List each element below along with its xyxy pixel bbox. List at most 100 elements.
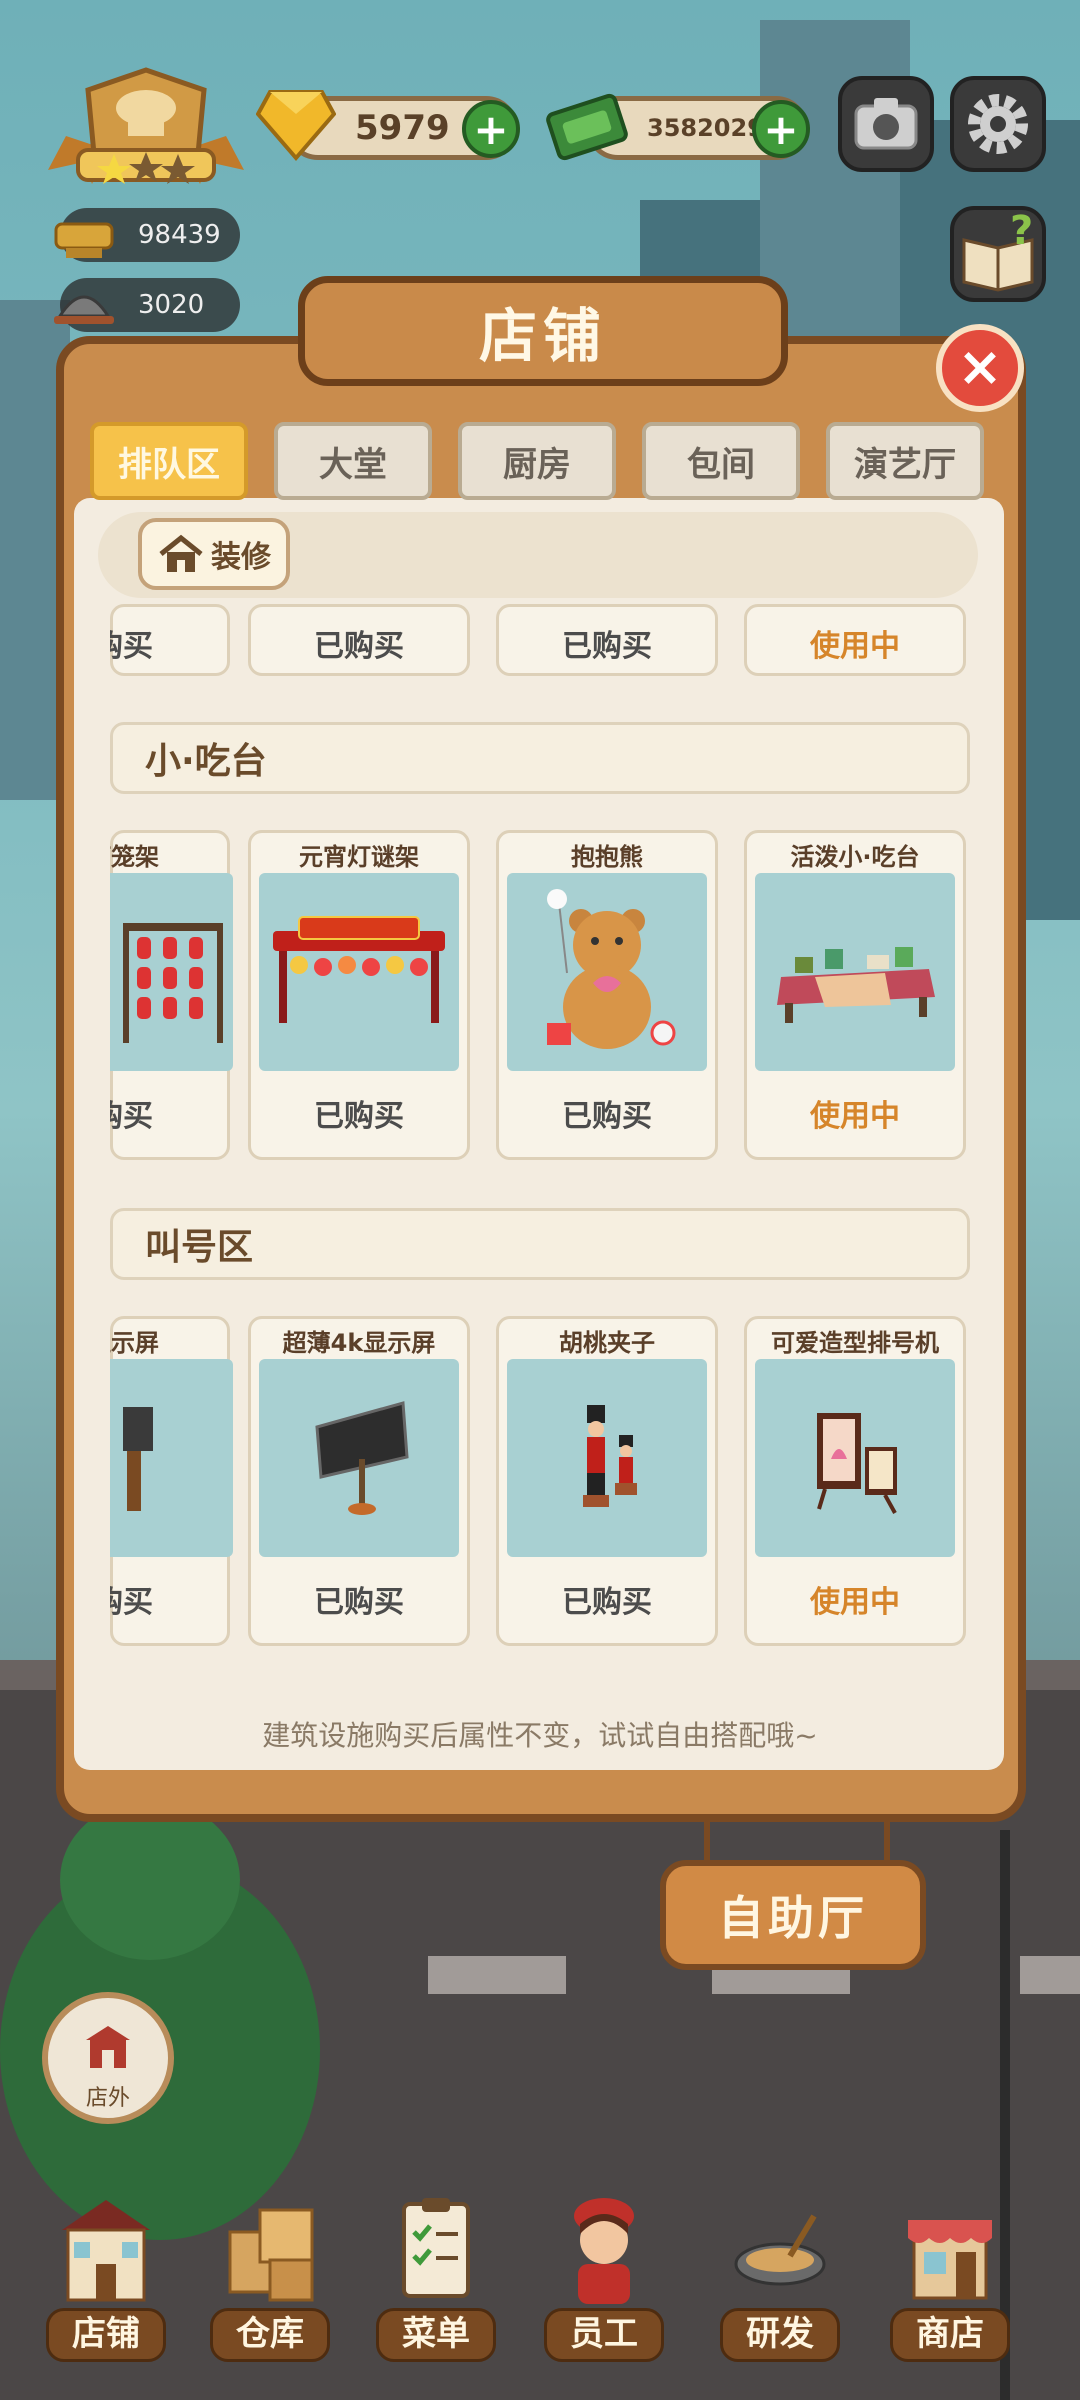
nav-research[interactable]: 研发	[720, 2190, 840, 2380]
teddy-bear-icon	[547, 889, 676, 1049]
tab-queue-area[interactable]: 排队区	[90, 422, 248, 500]
item-thumbnail	[755, 1359, 955, 1557]
staff-icon	[574, 2198, 634, 2304]
item-card[interactable]: 使用中	[744, 604, 966, 676]
item-card[interactable]: 超薄4k显示屏 已购买	[248, 1316, 470, 1646]
item-name: 超薄4k显示屏	[282, 1329, 436, 1357]
self-service-hall-label: 自助厅	[718, 1891, 868, 1945]
nutcracker-icon	[583, 1405, 637, 1507]
self-service-hall-sign[interactable]: 自助厅	[660, 1860, 926, 1970]
snack-table-icon	[777, 947, 935, 1023]
wok-icon	[734, 2214, 826, 2286]
item-status: 已购买	[314, 1099, 404, 1134]
item-thumbnail	[259, 1359, 459, 1557]
item-name: 抱抱熊	[571, 843, 643, 871]
item-card[interactable]: 可爱造型排号机 使用中	[744, 1316, 966, 1646]
item-thumbnail	[507, 1359, 707, 1557]
tab-performance-hall[interactable]: 演艺厅	[826, 422, 984, 500]
nav-warehouse-label: 仓库	[210, 2308, 330, 2362]
outside-label: 店外	[85, 2086, 130, 2111]
nav-store-label: 商店	[890, 2308, 1010, 2362]
cash-icon	[546, 93, 628, 161]
nav-staff-label: 员工	[544, 2308, 664, 2362]
item-card[interactable]: 已购买	[496, 604, 718, 676]
item-card[interactable]: 已购买	[248, 604, 470, 676]
thin-4k-display-icon	[315, 1401, 409, 1515]
item-list[interactable]: 购买 已购买 已购买 使用中 小·吃台 灯笼架 购买 元宵灯谜架	[110, 604, 970, 1674]
decorate-button[interactable]: 装修	[138, 518, 290, 590]
item-thumbnail	[507, 873, 707, 1071]
lantern-rack-icon	[123, 923, 223, 1043]
item-card[interactable]: 显示屏 购买	[110, 1316, 233, 1646]
close-button[interactable]: ×	[936, 324, 1024, 412]
gem-count: 5979	[355, 108, 450, 148]
svg-text:?: ?	[1010, 210, 1033, 254]
road-marking	[428, 1956, 566, 1994]
item-card[interactable]: 抱抱熊 已购买	[496, 830, 718, 1160]
item-card[interactable]: 灯笼架 购买	[110, 830, 233, 1160]
nav-store[interactable]: 商店	[890, 2190, 1010, 2380]
gem-icon	[256, 90, 336, 162]
item-status: 使用中	[810, 1585, 900, 1620]
section-header-number-calling: 叫号区	[110, 1208, 970, 1280]
panel-title: 店铺	[478, 302, 607, 370]
item-status: 已购买	[562, 1585, 652, 1620]
item-status: 购买	[110, 629, 153, 664]
tab-lobby[interactable]: 大堂	[274, 422, 432, 500]
item-card[interactable]: 活泼小·吃台 使用中	[744, 830, 966, 1160]
clipboard-icon	[402, 2198, 470, 2298]
item-thumbnail	[110, 1359, 233, 1557]
settings-button[interactable]	[950, 76, 1046, 172]
nav-staff[interactable]: 员工	[544, 2190, 664, 2380]
nav-menu[interactable]: 菜单	[376, 2190, 496, 2380]
item-status: 购买	[110, 1585, 153, 1620]
shop-building-icon	[62, 2200, 150, 2302]
item-name: 显示屏	[110, 1329, 159, 1357]
house-icon	[159, 534, 203, 572]
lantern-riddle-arch-icon	[273, 916, 445, 1023]
display-screen-icon	[123, 1407, 153, 1511]
tab-private-room[interactable]: 包间	[642, 422, 800, 500]
outside-button[interactable]: 店外	[42, 1992, 174, 2124]
add-cash-button[interactable]: +	[752, 100, 810, 158]
nav-warehouse[interactable]: 仓库	[210, 2190, 330, 2380]
item-name: 胡桃夹子	[559, 1329, 655, 1357]
storefront-icon	[908, 2220, 992, 2300]
item-thumbnail	[755, 873, 955, 1071]
chef-rank-badge-icon[interactable]	[48, 66, 244, 192]
item-name: 灯笼架	[110, 843, 159, 871]
stat-customers-value: 3020	[138, 290, 205, 320]
camera-button[interactable]	[838, 76, 934, 172]
item-thumbnail	[259, 873, 459, 1071]
camera-icon	[854, 98, 918, 150]
help-book-icon: ?	[962, 208, 1034, 292]
item-status: 使用中	[810, 1099, 900, 1134]
bowl-icon	[54, 222, 114, 258]
nav-shop[interactable]: 店铺	[46, 2190, 166, 2380]
item-status: 已购买	[314, 1585, 404, 1620]
item-status: 使用中	[810, 629, 900, 664]
stat-reputation-value: 98439	[138, 220, 221, 250]
road-marking	[1020, 1956, 1080, 1994]
item-status: 已购买	[562, 629, 652, 664]
item-status: 已购买	[562, 1099, 652, 1134]
footer-note: 建筑设施购买后属性不变，试试自由搭配哦~	[262, 1719, 818, 1752]
panel-title-plate: 店铺	[298, 276, 788, 386]
item-status: 已购买	[314, 629, 404, 664]
cloche-icon	[54, 295, 114, 324]
stat-customers: 3020	[54, 278, 240, 332]
item-card[interactable]: 购买	[110, 604, 230, 676]
item-name: 活泼小·吃台	[790, 843, 920, 871]
shop-front-icon	[86, 2026, 130, 2068]
item-card[interactable]: 胡桃夹子 已购买	[496, 1316, 718, 1646]
add-gems-button[interactable]: +	[462, 100, 520, 158]
help-book-button[interactable]: ?	[950, 206, 1046, 302]
nav-research-label: 研发	[720, 2308, 840, 2362]
nav-menu-label: 菜单	[376, 2308, 496, 2362]
queue-machine-icon	[817, 1413, 897, 1514]
item-status: 购买	[110, 1099, 153, 1134]
tab-kitchen[interactable]: 厨房	[458, 422, 616, 500]
item-card[interactable]: 元宵灯谜架 已购买	[248, 830, 470, 1160]
item-name: 元宵灯谜架	[299, 843, 419, 871]
gear-icon	[968, 94, 1028, 154]
